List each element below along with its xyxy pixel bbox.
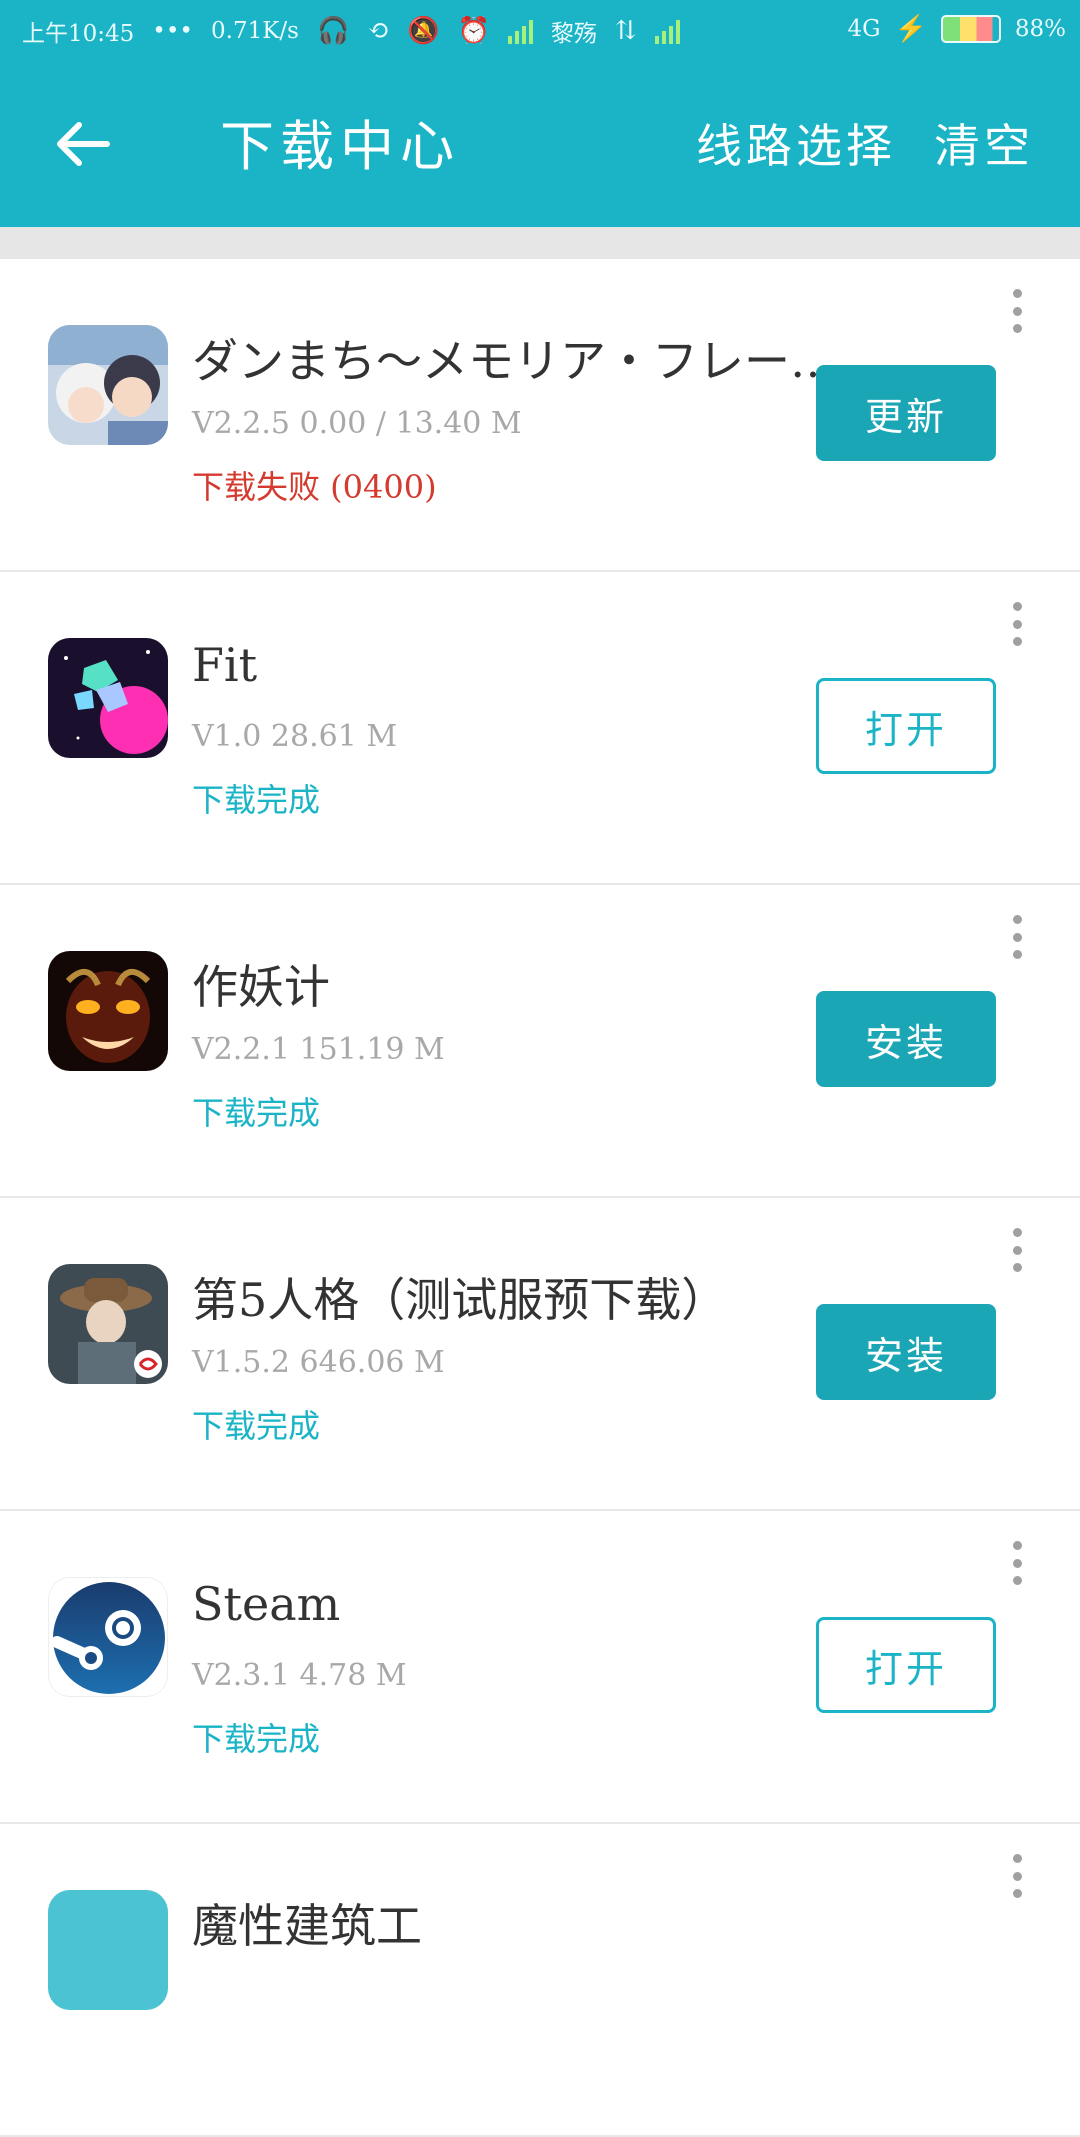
back-arrow-icon xyxy=(57,122,110,166)
status-dots: ••• xyxy=(152,18,193,44)
download-status: 下载完成 xyxy=(192,1407,321,1445)
signal-icon xyxy=(507,18,533,44)
install-button[interactable]: 安装 xyxy=(816,1304,996,1400)
download-status: 下载完成 xyxy=(192,1720,321,1758)
status-network: 4G xyxy=(847,16,881,42)
status-speed: 0.71K/s xyxy=(211,18,299,44)
battery-icon xyxy=(940,15,1001,43)
app-name: Fit xyxy=(192,638,258,692)
download-item[interactable]: 作妖计 V2.2.1 151.19 M 下载完成 安装 xyxy=(0,885,1080,1198)
download-list: ダンまち～メモリア・フレー… V2.2.5 0.00 / 13.40 M 下载失… xyxy=(0,259,1080,2137)
alarm-icon: ⏰ xyxy=(457,16,490,46)
download-status: 下载完成 xyxy=(192,781,321,819)
app-name: 作妖计 xyxy=(192,960,330,1014)
install-button[interactable]: 安装 xyxy=(816,991,996,1087)
app-icon-zuoyaoji xyxy=(48,951,168,1071)
more-options-icon[interactable] xyxy=(1006,289,1028,333)
app-name: 第5人格（测试服预下载） xyxy=(192,1273,728,1327)
route-select-button[interactable]: 线路选择 xyxy=(696,110,896,176)
more-options-icon[interactable] xyxy=(1006,1854,1028,1898)
sync-icon: ⟲ xyxy=(367,16,390,46)
app-toolbar: 下载中心 线路选择 清空 xyxy=(0,62,1080,227)
app-icon-identity-v xyxy=(48,1264,168,1384)
status-bar: 上午10:45 ••• 0.71K/s 🎧 ⟲ 🔕 ⏰ 黎殇 ⇅ 4G ⚡ 88… xyxy=(0,0,1080,62)
more-options-icon[interactable] xyxy=(1006,915,1028,959)
mute-icon: 🔕 xyxy=(407,16,440,46)
download-item[interactable]: Steam V2.3.1 4.78 M 下载完成 打开 xyxy=(0,1511,1080,1824)
data-transfer-icon: ⇅ xyxy=(614,16,637,46)
app-icon-fit xyxy=(48,638,168,758)
status-battery: 88% xyxy=(1014,16,1066,42)
app-name: ダンまち～メモリア・フレー… xyxy=(192,334,822,388)
more-options-icon[interactable] xyxy=(1006,1228,1028,1272)
status-time: 上午10:45 xyxy=(22,21,135,47)
app-name: Steam xyxy=(192,1577,341,1631)
clear-button[interactable]: 清空 xyxy=(934,110,1034,176)
status-carrier: 黎殇 xyxy=(550,21,597,47)
download-item[interactable]: Fit V1.0 28.61 M 下载完成 打开 xyxy=(0,572,1080,885)
download-item[interactable]: 魔性建筑工 xyxy=(0,1824,1080,2137)
more-options-icon[interactable] xyxy=(1006,1541,1028,1585)
charging-icon: ⚡ xyxy=(894,14,927,44)
open-button[interactable]: 打开 xyxy=(816,1617,996,1713)
page-title: 下载中心 xyxy=(220,115,460,178)
update-button[interactable]: 更新 xyxy=(816,365,996,461)
download-status: 下载完成 xyxy=(192,1094,321,1132)
signal-icon-2 xyxy=(654,18,680,44)
more-options-icon[interactable] xyxy=(1006,602,1028,646)
download-item[interactable]: 第5人格（测试服预下载） V1.5.2 646.06 M 下载完成 安装 xyxy=(0,1198,1080,1511)
back-button[interactable] xyxy=(48,114,118,174)
download-status: 下载失败 (0400) xyxy=(192,468,437,506)
open-button[interactable]: 打开 xyxy=(816,678,996,774)
app-icon-steam xyxy=(48,1577,168,1697)
app-version-size: V2.3.1 4.78 M xyxy=(192,1658,407,1693)
app-icon-builder xyxy=(48,1890,168,2010)
app-version-size: V2.2.1 151.19 M xyxy=(192,1032,445,1067)
app-version-size: V1.5.2 646.06 M xyxy=(192,1345,445,1380)
download-item[interactable]: ダンまち～メモリア・フレー… V2.2.5 0.00 / 13.40 M 下载失… xyxy=(0,259,1080,572)
app-name: 魔性建筑工 xyxy=(192,1899,422,1953)
section-divider xyxy=(0,227,1080,259)
app-version-size: V2.2.5 0.00 / 13.40 M xyxy=(192,406,522,441)
headphones-icon: 🎧 xyxy=(316,16,350,46)
app-version-size: V1.0 28.61 M xyxy=(192,719,398,754)
app-icon-danmachi xyxy=(48,325,168,445)
